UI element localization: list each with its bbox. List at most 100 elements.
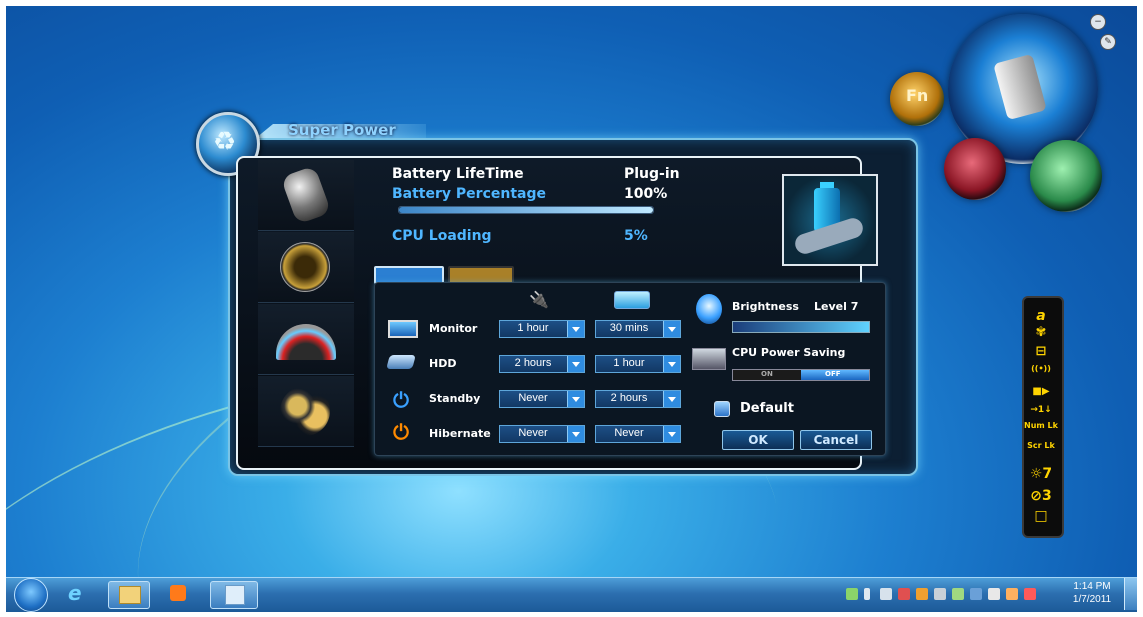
brightness-bulb-icon bbox=[696, 294, 722, 324]
keyboard-tray-icon[interactable] bbox=[880, 588, 892, 600]
scroll-lock-indicator: Scr Lk bbox=[1027, 441, 1055, 450]
standby-ac-select[interactable]: Never bbox=[499, 390, 585, 408]
sidebar-settings-button[interactable] bbox=[258, 376, 354, 447]
fan-icon: ✾ bbox=[1035, 325, 1047, 340]
display-tray-icon[interactable] bbox=[934, 588, 946, 600]
hibernate-battery-select[interactable]: Never bbox=[595, 425, 681, 443]
volume-tray-icon[interactable] bbox=[916, 588, 928, 600]
hibernate-power-icon: ⏻ bbox=[393, 420, 409, 444]
monitor-label: Monitor bbox=[429, 322, 478, 335]
standby-battery-value: 2 hours bbox=[610, 392, 648, 404]
battery-icon bbox=[993, 53, 1047, 121]
standby-power-icon: ⏻ bbox=[393, 388, 409, 412]
chevron-down-icon bbox=[567, 321, 584, 337]
sidebar-battery-button[interactable] bbox=[258, 160, 354, 231]
power-tray-icon[interactable] bbox=[952, 588, 964, 600]
network-tray-icon[interactable] bbox=[846, 588, 858, 600]
usb-tray-icon[interactable] bbox=[970, 588, 982, 600]
standby-battery-select[interactable]: 2 hours bbox=[595, 390, 681, 408]
cpu-power-saving-toggle[interactable]: ON OFF bbox=[732, 369, 870, 381]
battery-icon bbox=[280, 165, 332, 225]
super-power-taskbar-button[interactable] bbox=[210, 581, 258, 609]
show-desktop-button[interactable] bbox=[1124, 578, 1137, 610]
hibernate-battery-value: Never bbox=[614, 427, 644, 439]
ie-icon: e bbox=[68, 581, 82, 605]
chevron-down-icon bbox=[663, 391, 680, 407]
cancel-button[interactable]: Cancel bbox=[800, 430, 872, 450]
monitor-battery-select[interactable]: 30 mins bbox=[595, 320, 681, 338]
standby-label: Standby bbox=[429, 392, 481, 405]
monitor-icon bbox=[388, 320, 418, 338]
hdd-battery-value: 1 hour bbox=[613, 357, 645, 369]
sidebar-gauge-button[interactable] bbox=[258, 232, 354, 303]
minimize-icon[interactable]: − bbox=[1090, 14, 1106, 30]
ok-button[interactable]: OK bbox=[722, 430, 794, 450]
cpu-loading-label: CPU Loading bbox=[392, 228, 492, 244]
media-player-button[interactable] bbox=[158, 581, 198, 607]
default-label: Default bbox=[740, 401, 794, 416]
toggle-on-label: ON bbox=[761, 370, 773, 378]
battery-lifetime-label: Battery LifeTime bbox=[392, 166, 524, 182]
wireless-icon: ((•)) bbox=[1031, 364, 1051, 373]
tachometer-icon bbox=[276, 324, 336, 360]
brightness-slider[interactable] bbox=[732, 321, 870, 333]
explorer-button[interactable] bbox=[108, 581, 150, 609]
clock-date: 1/7/2011 bbox=[1072, 594, 1112, 605]
hdd-battery-select[interactable]: 1 hour bbox=[595, 355, 681, 373]
display-orb[interactable] bbox=[944, 138, 1006, 200]
monitor-ac-select[interactable]: 1 hour bbox=[499, 320, 585, 338]
chevron-down-icon bbox=[663, 356, 680, 372]
app-window-icon bbox=[225, 585, 245, 605]
battery-percentage-label: Battery Percentage bbox=[392, 186, 546, 202]
bluetooth-tray-icon[interactable] bbox=[864, 588, 870, 600]
battery-bar-fill bbox=[399, 207, 653, 213]
power-gauges-icon bbox=[280, 386, 330, 436]
recycle-icon: ♻ bbox=[213, 127, 237, 157]
clock[interactable]: 1:14 PM 1/7/2011 bbox=[1070, 580, 1114, 606]
battery-lifetime-value: Plug-in bbox=[624, 166, 680, 182]
media-player-icon bbox=[170, 585, 186, 601]
chevron-down-icon bbox=[567, 426, 584, 442]
chevron-down-icon bbox=[567, 391, 584, 407]
alert-tray-icon[interactable] bbox=[1024, 588, 1036, 600]
battery-tray-icon[interactable] bbox=[1006, 588, 1018, 600]
hdd-icon bbox=[386, 355, 416, 369]
standby-ac-value: Never bbox=[518, 392, 548, 404]
hdd-ac-select[interactable]: 2 hours bbox=[499, 355, 585, 373]
brightness-level-icon: ☼7 bbox=[1029, 466, 1053, 482]
folder-icon bbox=[119, 586, 141, 604]
brightness-value: Level 7 bbox=[814, 300, 859, 313]
sidebar-performance-button[interactable] bbox=[258, 304, 354, 375]
window-title: Super Power bbox=[288, 121, 396, 139]
cpu-power-saving-label: CPU Power Saving bbox=[732, 346, 846, 359]
toggle-off-label: OFF bbox=[825, 370, 841, 378]
settings-wrench-icon[interactable]: ✎ bbox=[1100, 34, 1116, 50]
hdd-label: HDD bbox=[429, 357, 457, 370]
num-lock-indicator: Num Lk bbox=[1024, 421, 1058, 430]
monitor-battery-value: 30 mins bbox=[609, 322, 649, 334]
display-switch-icon: ⊟ bbox=[1035, 344, 1047, 359]
app-launch-icon: a bbox=[1036, 308, 1046, 324]
chevron-down-icon bbox=[663, 426, 680, 442]
fn-label: Fn bbox=[906, 86, 929, 105]
disk-orb[interactable] bbox=[1030, 140, 1102, 212]
cpu-loading-value: 5% bbox=[624, 228, 648, 244]
default-checkbox[interactable] bbox=[714, 401, 730, 417]
battery-bar-track bbox=[398, 206, 654, 214]
device-tray-icon[interactable] bbox=[988, 588, 1000, 600]
ac-plug-icon: 🔌 bbox=[529, 290, 549, 309]
hibernate-ac-select[interactable]: Never bbox=[499, 425, 585, 443]
touchpad-icon: →1↓ bbox=[1030, 405, 1052, 415]
internet-explorer-button[interactable]: e bbox=[58, 581, 98, 607]
camera-icon: ■▶ bbox=[1032, 386, 1050, 397]
action-center-tray-icon[interactable] bbox=[898, 588, 910, 600]
start-button[interactable] bbox=[14, 578, 48, 612]
plug-in-battery-icon bbox=[782, 174, 878, 266]
cpu-chip-icon bbox=[692, 348, 726, 370]
chevron-down-icon bbox=[567, 356, 584, 372]
hibernate-ac-value: Never bbox=[518, 427, 548, 439]
laptop-icon: □ bbox=[1034, 508, 1048, 524]
battery-column-icon bbox=[614, 291, 650, 309]
fn-orb[interactable]: Fn bbox=[890, 72, 944, 126]
mute-volume-icon: ⊘3 bbox=[1030, 488, 1052, 504]
